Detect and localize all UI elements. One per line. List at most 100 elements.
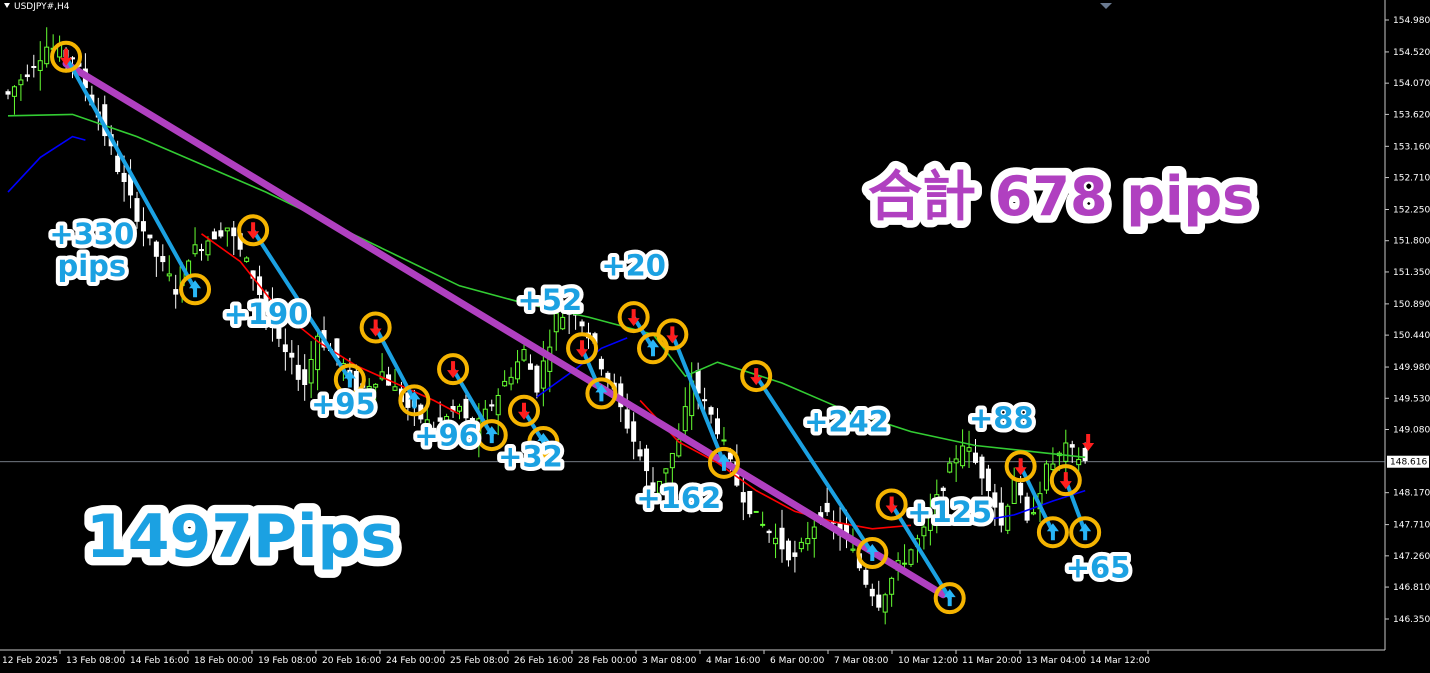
candle-body <box>663 468 669 474</box>
candle-body <box>37 60 43 71</box>
candle-body <box>966 447 972 452</box>
time-tick-label: 7 Mar 08:00 <box>834 656 889 666</box>
candle-body <box>24 74 30 78</box>
price-tick-label: 149.980 <box>1393 363 1430 373</box>
candle-body <box>766 530 772 534</box>
candle-body <box>534 365 540 393</box>
candle-body <box>5 91 11 95</box>
candle-body <box>721 439 727 442</box>
candle-body <box>147 234 153 239</box>
candle-body <box>44 46 50 65</box>
candle-body <box>869 588 875 597</box>
candle-body <box>1069 444 1075 448</box>
candle-body <box>521 349 527 361</box>
candle-body <box>515 361 521 380</box>
candle-body <box>308 358 314 384</box>
time-tick-label: 14 Mar 12:00 <box>1090 656 1150 666</box>
trade-pips-label: +162 <box>636 481 721 515</box>
candle-body <box>1082 447 1088 461</box>
candle-body <box>644 448 650 472</box>
price-tick-label: 146.810 <box>1393 583 1430 593</box>
price-tick-label: 146.350 <box>1393 615 1430 625</box>
symbol-title-text: USDJPY#,H4 <box>14 2 70 12</box>
price-tick-label: 154.980 <box>1393 16 1430 26</box>
candle-body <box>631 421 637 442</box>
price-chart[interactable]: 154.980 154.520 154.070 153.620 153.160 152.7… <box>0 0 1430 669</box>
trade-pips-label: pips <box>57 249 126 283</box>
candle-body <box>985 468 991 492</box>
candle-body <box>805 538 811 545</box>
candle-body <box>527 363 533 370</box>
candle-body <box>160 256 166 263</box>
cumulative-pips-label: 1497Pips <box>86 502 396 572</box>
candle-body <box>302 369 308 386</box>
candle-body <box>889 577 895 595</box>
candle-body <box>18 79 24 86</box>
time-tick-label: 20 Feb 16:00 <box>322 656 381 666</box>
price-tick-label: 149.080 <box>1393 426 1430 436</box>
candle-body <box>792 552 798 557</box>
candle-body <box>166 273 172 277</box>
candle-body <box>863 569 869 585</box>
candle-body <box>979 456 985 479</box>
price-tick-label: 154.070 <box>1393 79 1430 89</box>
candle-body <box>192 244 198 255</box>
trade-pips-label: +95 <box>311 387 376 421</box>
candle-body <box>960 445 966 467</box>
candle-body <box>992 492 998 508</box>
candle-body <box>211 231 217 240</box>
current-price-label: 148.616 <box>1390 458 1427 468</box>
candle-body <box>218 230 224 237</box>
candle-body <box>463 398 469 419</box>
candle-body <box>882 594 888 613</box>
candle-body <box>624 409 630 429</box>
chart-canvas[interactable]: 154.980 154.520 154.070 153.620 153.160 152.7… <box>0 0 1430 669</box>
price-tick-label: 147.710 <box>1393 521 1430 531</box>
price-tick-label: 153.160 <box>1393 142 1430 152</box>
candle-body <box>1063 442 1069 462</box>
candle-body <box>282 344 288 353</box>
candle-body <box>998 502 1004 526</box>
price-tick-label: 152.710 <box>1393 174 1430 184</box>
candle-body <box>908 549 914 565</box>
time-tick-label: 4 Mar 16:00 <box>706 656 761 666</box>
candle-body <box>727 452 733 460</box>
candle-body <box>1076 458 1082 466</box>
candle-body <box>740 492 746 503</box>
candle-body <box>811 526 817 539</box>
dropdown-triangle-icon[interactable] <box>4 3 10 8</box>
time-tick-label: 26 Feb 16:00 <box>514 656 573 666</box>
candle-body <box>779 527 785 550</box>
candle-body <box>1018 482 1024 496</box>
candle-body <box>295 364 301 380</box>
candle-body <box>747 490 753 515</box>
candle-body <box>637 449 643 457</box>
candle-body <box>173 289 179 295</box>
candle-body <box>715 418 720 435</box>
candle-body <box>495 394 501 416</box>
trade-pips-label: +125 <box>907 495 992 529</box>
candle-body <box>502 380 508 387</box>
candle-body <box>876 594 882 608</box>
candle-body <box>760 523 766 526</box>
trade-pips-label: +330 <box>49 217 134 251</box>
candle-body <box>224 227 230 232</box>
time-tick-label: 14 Feb 16:00 <box>130 656 189 666</box>
candle-body <box>669 452 675 469</box>
symbol-title: USDJPY#,H4 <box>4 2 70 12</box>
candle-body <box>1050 463 1056 471</box>
price-tick-label: 148.170 <box>1393 489 1430 499</box>
candle-body <box>405 392 411 408</box>
candle-body <box>850 548 856 551</box>
trade-pips-label: +52 <box>517 283 582 317</box>
candle-body <box>682 406 688 432</box>
time-tick-label: 6 Mar 00:00 <box>770 656 825 666</box>
time-tick-label: 13 Mar 04:00 <box>1026 656 1086 666</box>
time-tick-label: 24 Feb 00:00 <box>386 656 445 666</box>
candle-body <box>785 540 791 561</box>
trade-pips-label: +242 <box>804 405 889 439</box>
trade-pips-label: +20 <box>601 248 666 282</box>
candle-body <box>199 249 204 252</box>
candle-body <box>947 462 953 473</box>
price-tick-label: 151.350 <box>1393 268 1430 278</box>
